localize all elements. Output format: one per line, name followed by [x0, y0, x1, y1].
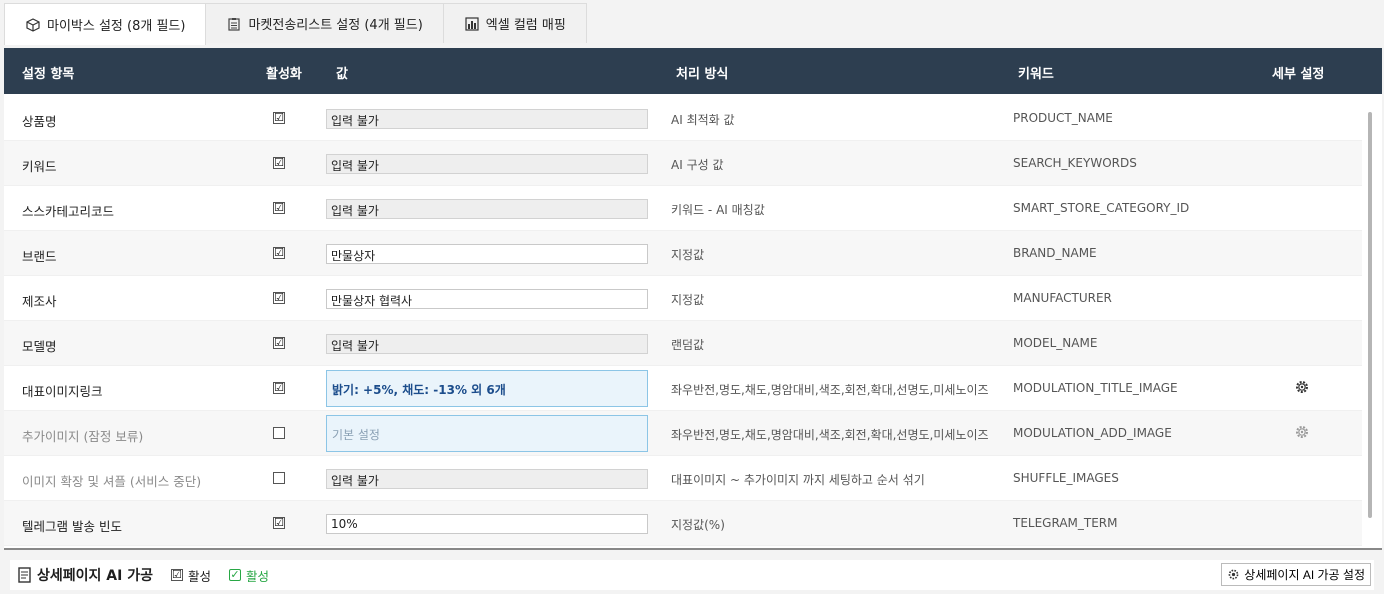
image-modulation-summary[interactable]: 기본 설정	[326, 415, 648, 452]
keyword-text: BRAND_NAME	[1013, 246, 1097, 260]
process-text: 키워드 - AI 매칭값	[671, 203, 765, 217]
active-status-toggle[interactable]: ✓ 활성	[228, 566, 269, 585]
process-text: 대표이미지 ~ 추가이미지 까지 세팅하고 순서 섞기	[671, 473, 925, 487]
tab-label: 엑셀 컬럼 매핑	[485, 18, 566, 33]
keyword-text: SHUFFLE_IMAGES	[1013, 471, 1119, 485]
checkbox[interactable]: ☑	[170, 569, 183, 581]
check-icon[interactable]: ✓	[228, 569, 241, 581]
keyword-text: MODEL_NAME	[1013, 336, 1098, 350]
active-checkbox[interactable]	[273, 427, 285, 439]
active-checkbox[interactable]: ☑	[273, 157, 285, 169]
setting-name: 상품명	[22, 114, 57, 129]
document-icon	[18, 567, 31, 583]
keyword-text: TELEGRAM_TERM	[1013, 516, 1118, 530]
table-row: 제조사 ☑ 만물상자 협력사 지정값 MANUFACTURER	[4, 276, 1362, 321]
checkbox-label: 활성	[187, 568, 211, 584]
tab-market-list-settings[interactable]: 마켓전송리스트 설정 (4개 필드)	[205, 3, 444, 43]
image-modulation-summary[interactable]: 밝기: +5%, 채도: -13% 외 6개	[326, 370, 648, 407]
clipboard-icon	[226, 16, 242, 32]
keyword-text: MODULATION_ADD_IMAGE	[1013, 426, 1172, 440]
setting-name: 스스카테고리코드	[22, 204, 115, 219]
table-row: 상품명 ☑ 입력 불가 AI 최적화 값 PRODUCT_NAME	[4, 96, 1362, 141]
process-text: 지정값	[671, 293, 705, 307]
process-text: 좌우반전,명도,채도,명암대비,색조,회전,확대,선명도,미세노이즈	[671, 383, 989, 397]
tab-excel-column-mapping[interactable]: 엑셀 컬럼 매핑	[442, 3, 587, 43]
detail-page-ai-settings-button[interactable]: 상세페이지 AI 가공 설정	[1221, 563, 1371, 586]
bar-chart-icon	[464, 16, 480, 32]
tab-bar: 마이박스 설정 (8개 필드) 마켓전송리스트 설정 (4개 필드) 엑셀 컬럼…	[4, 3, 587, 45]
value-field: 입력 불가	[326, 469, 648, 489]
process-text: AI 구성 값	[671, 158, 724, 172]
detail-page-ai-section: 상세페이지 AI 가공 ☑ 활성 ✓ 활성 상세페이지 AI 가공 설정	[10, 560, 1374, 590]
tab-mybox-settings[interactable]: 마이박스 설정 (8개 필드)	[4, 3, 207, 45]
active-checkbox[interactable]: ☑	[273, 292, 285, 304]
setting-name: 추가이미지 (잠정 보류)	[22, 429, 144, 444]
setting-name: 텔레그램 발송 빈도	[22, 519, 122, 534]
setting-name: 이미지 확장 및 셔플 (서비스 중단)	[22, 474, 202, 489]
value-input[interactable]: 10%	[326, 514, 648, 534]
keyword-text: MANUFACTURER	[1013, 291, 1112, 305]
setting-name: 브랜드	[22, 249, 57, 264]
table-row: 스스카테고리코드 ☑ 입력 불가 키워드 - AI 매칭값 SMART_STOR…	[4, 186, 1362, 231]
active-checkbox[interactable]: ☑	[273, 517, 285, 529]
column-header-keyword: 키워드	[1018, 67, 1054, 82]
column-header-item: 설정 항목	[22, 67, 75, 82]
table-row: 키워드 ☑ 입력 불가 AI 구성 값 SEARCH_KEYWORDS	[4, 141, 1362, 186]
keyword-text: MODULATION_TITLE_IMAGE	[1013, 381, 1178, 395]
value-field: 입력 불가	[326, 109, 648, 129]
column-header-active: 활성화	[266, 67, 302, 82]
active-checkbox[interactable]: ☑	[273, 112, 285, 124]
tab-label: 마이박스 설정 (8개 필드)	[47, 19, 186, 34]
active-checkbox[interactable]: ☑	[273, 382, 285, 394]
gear-icon	[1227, 568, 1240, 581]
active-checkbox[interactable]	[273, 472, 285, 484]
process-text: 좌우반전,명도,채도,명암대비,색조,회전,확대,선명도,미세노이즈	[671, 428, 989, 442]
table-header: 설정 항목 활성화 값 처리 방식 키워드 세부 설정	[4, 48, 1382, 94]
table-row: 텔레그램 발송 빈도 ☑ 10% 지정값(%) TELEGRAM_TERM	[4, 501, 1362, 546]
gear-icon[interactable]	[1294, 379, 1310, 395]
button-label: 상세페이지 AI 가공 설정	[1244, 568, 1365, 582]
status-label: 활성	[245, 568, 269, 584]
active-checkbox[interactable]: ☑	[273, 337, 285, 349]
table-row: 이미지 확장 및 셔플 (서비스 중단) 입력 불가 대표이미지 ~ 추가이미지…	[4, 456, 1362, 501]
scrollbar-thumb[interactable]	[1368, 112, 1372, 518]
column-header-detail: 세부 설정	[1272, 67, 1325, 82]
table-row: 모델명 ☑ 입력 불가 랜덤값 MODEL_NAME	[4, 321, 1362, 366]
active-checkbox[interactable]: ☑	[273, 247, 285, 259]
package-icon	[25, 17, 41, 33]
process-text: AI 최적화 값	[671, 113, 735, 127]
keyword-text: SEARCH_KEYWORDS	[1013, 156, 1137, 170]
table-row: 브랜드 ☑ 만물상자 지정값 BRAND_NAME	[4, 231, 1362, 276]
active-checkbox-toggle[interactable]: ☑ 활성	[170, 566, 211, 585]
process-text: 지정값(%)	[671, 518, 725, 532]
settings-table-body: 상품명 ☑ 입력 불가 AI 최적화 값 PRODUCT_NAME 키워드 ☑ …	[4, 96, 1362, 546]
table-row: 추가이미지 (잠정 보류) 기본 설정 좌우반전,명도,채도,명암대비,색조,회…	[4, 411, 1362, 456]
value-input[interactable]: 만물상자 협력사	[326, 289, 648, 309]
column-header-process: 처리 방식	[676, 67, 729, 82]
setting-name: 모델명	[22, 339, 57, 354]
value-field: 입력 불가	[326, 199, 648, 219]
value-input[interactable]: 만물상자	[326, 244, 648, 264]
column-header-value: 값	[336, 67, 348, 82]
active-checkbox[interactable]: ☑	[273, 202, 285, 214]
keyword-text: PRODUCT_NAME	[1013, 111, 1113, 125]
table-row: 대표이미지링크 ☑ 밝기: +5%, 채도: -13% 외 6개 좌우반전,명도…	[4, 366, 1362, 411]
setting-name: 키워드	[22, 159, 57, 174]
gear-icon[interactable]	[1294, 424, 1310, 440]
process-text: 지정값	[671, 248, 705, 262]
settings-panel: 설정 항목 활성화 값 처리 방식 키워드 세부 설정 상품명 ☑ 입력 불가 …	[4, 48, 1382, 550]
setting-name: 제조사	[22, 294, 57, 309]
value-field: 입력 불가	[326, 334, 648, 354]
tab-label: 마켓전송리스트 설정 (4개 필드)	[248, 18, 423, 33]
process-text: 랜덤값	[671, 338, 705, 352]
value-field: 입력 불가	[326, 154, 648, 174]
keyword-text: SMART_STORE_CATEGORY_ID	[1013, 201, 1190, 215]
section-title: 상세페이지 AI 가공	[37, 568, 153, 584]
setting-name: 대표이미지링크	[22, 384, 103, 399]
